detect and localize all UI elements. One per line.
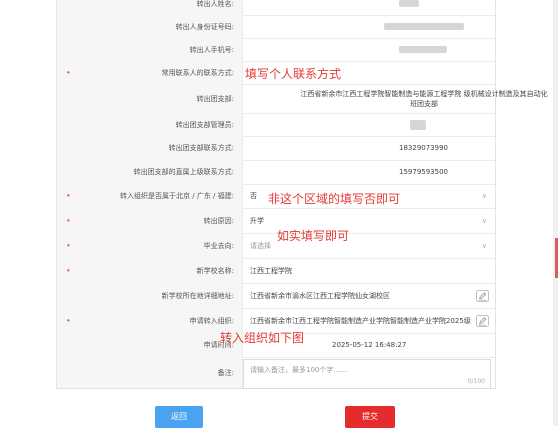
back-button[interactable]: 返回 — [155, 406, 203, 428]
row-branch-contact: 转出团支部联系方式: 18329073990 — [57, 136, 495, 161]
branch-contact-value: 18329073990 — [399, 144, 448, 152]
label-cell: • 转出原因: — [57, 208, 243, 233]
row-new-school[interactable]: • 新学校名称: 江西工程学院 — [57, 258, 495, 284]
chevron-down-icon[interactable]: ∨ — [482, 242, 487, 250]
label-cell: 转出人手机号: — [57, 38, 243, 61]
target-org-value[interactable]: 江西省新余市江西工程学院智能制造产业学院智能制造产业学院2025级 — [250, 316, 478, 326]
region-select-value[interactable]: 否 — [250, 191, 257, 201]
required-marker: • — [66, 266, 71, 275]
row-phone: 转出人手机号: — [57, 38, 495, 62]
row-reason[interactable]: • 转出原因: 升学 ∨ — [57, 208, 495, 234]
row-remark: 备注: 请输入备注，最多100个字…… 0/100 — [57, 357, 495, 389]
branch-manager-label: 转出团支部管理员: — [175, 120, 234, 129]
edit-icon[interactable] — [476, 289, 489, 302]
label-cell: • 转入组织是否属于北京 / 广东 / 福建: — [57, 184, 243, 208]
destination-select-value[interactable]: 请选择 — [250, 241, 271, 251]
chevron-down-icon[interactable]: ∨ — [482, 192, 487, 200]
id-number-label: 转出人身份证号码: — [175, 22, 234, 31]
label-cell: 转出人身份证号码: — [57, 15, 243, 38]
apply-time-value: 2025-05-12 16:48:27 — [332, 341, 407, 349]
label-cell: • 常用联系人的联系方式: — [57, 61, 243, 84]
contact-label: 常用联系人的联系方式: — [161, 68, 234, 77]
label-cell: 转出团支部的直属上级联系方式: — [57, 160, 243, 184]
redacted-blur — [410, 119, 426, 130]
edit-icon[interactable] — [476, 314, 489, 327]
branch-manager-value — [410, 119, 426, 130]
label-cell: 转出团支部联系方式: — [57, 136, 243, 160]
redacted-blur — [384, 23, 464, 30]
remark-textarea[interactable]: 请输入备注，最多100个字…… 0/100 — [243, 359, 491, 389]
phone-label: 转出人手机号: — [189, 45, 234, 54]
row-superior-contact: 转出团支部的直属上级联系方式: 15979593500 — [57, 160, 495, 185]
row-transfer-out-person: 转出人姓名: — [57, 0, 495, 16]
required-marker: • — [66, 216, 71, 225]
scrollbar[interactable] — [553, 0, 558, 426]
superior-contact-label: 转出团支部的直属上级联系方式: — [133, 168, 234, 176]
transfer-out-person-value — [399, 0, 419, 8]
region-label: 转入组织是否属于北京 / 广东 / 福建: — [120, 192, 234, 200]
label-cell: 新学校所在地详细地址: — [57, 283, 243, 308]
region-annotation: 非这个区域的填写否即可 — [268, 192, 401, 206]
transfer-form-page: 转出人姓名: 转出人身份证号码: 转出人手机号: • 常用联系人的联系方式: 转… — [0, 0, 558, 428]
label-cell: 转出团支部管理员: — [57, 113, 243, 136]
branch-contact-label: 转出团支部联系方式: — [168, 144, 234, 152]
remark-label: 备注: — [217, 368, 234, 377]
branch-label: 转出团支部: — [196, 94, 234, 103]
submit-button[interactable]: 提交 — [345, 406, 395, 428]
required-marker: • — [66, 316, 71, 325]
label-cell: 转出人姓名: — [57, 0, 243, 15]
reason-select-value[interactable]: 升学 — [250, 216, 264, 226]
superior-contact-value: 15979593500 — [399, 168, 448, 176]
new-school-label: 新学校名称: — [196, 266, 234, 275]
org-annotation: 转入组织如下图 — [220, 331, 305, 345]
row-new-school-address[interactable]: 新学校所在地详细地址: 江西省新余市渝水区江西工程学院仙女湖校区 — [57, 283, 495, 309]
required-marker: • — [66, 191, 71, 201]
reason-label: 转出原因: — [203, 216, 234, 225]
required-marker: • — [66, 241, 71, 250]
label-cell: 转出团支部: — [57, 84, 243, 113]
row-branch: 转出团支部: 江西省新余市江西工程学院智能制造与能源工程学院 级机械设计制造及其… — [57, 84, 548, 114]
remark-counter: 0/100 — [467, 378, 485, 385]
label-cell: 备注: — [57, 357, 243, 388]
new-school-address-value[interactable]: 江西省新余市渝水区江西工程学院仙女湖校区 — [250, 291, 390, 301]
target-org-label: 申请转入组织: — [189, 316, 234, 325]
new-school-value[interactable]: 江西工程学院 — [250, 266, 292, 276]
transfer-out-person-label: 转出人姓名: — [196, 0, 234, 8]
row-branch-manager: 转出团支部管理员: — [57, 113, 495, 137]
id-number-value — [384, 23, 464, 31]
label-cell: • 申请转入组织: — [57, 308, 243, 333]
row-id-number: 转出人身份证号码: — [57, 15, 495, 39]
chevron-down-icon[interactable]: ∨ — [482, 217, 487, 225]
contact-annotation: 填写个人联系方式 — [245, 67, 342, 81]
required-marker: • — [66, 68, 71, 77]
label-cell: • 新学校名称: — [57, 258, 243, 283]
redacted-blur — [399, 0, 419, 7]
destination-label: 毕业去向: — [203, 241, 234, 250]
label-cell: 申请时间: — [57, 333, 243, 357]
phone-value — [399, 46, 447, 54]
label-cell: • 毕业去向: — [57, 233, 243, 258]
row-destination[interactable]: • 毕业去向: 请选择 ∨ — [57, 233, 495, 259]
destination-annotation: 如实填写即可 — [277, 229, 350, 243]
branch-value: 江西省新余市江西工程学院智能制造与能源工程学院 级机械设计制造及其自动化 班团支… — [300, 89, 548, 108]
new-school-address-label: 新学校所在地详细地址: — [161, 291, 234, 300]
redacted-blur — [399, 46, 447, 53]
remark-placeholder: 请输入备注，最多100个字…… — [250, 366, 348, 374]
